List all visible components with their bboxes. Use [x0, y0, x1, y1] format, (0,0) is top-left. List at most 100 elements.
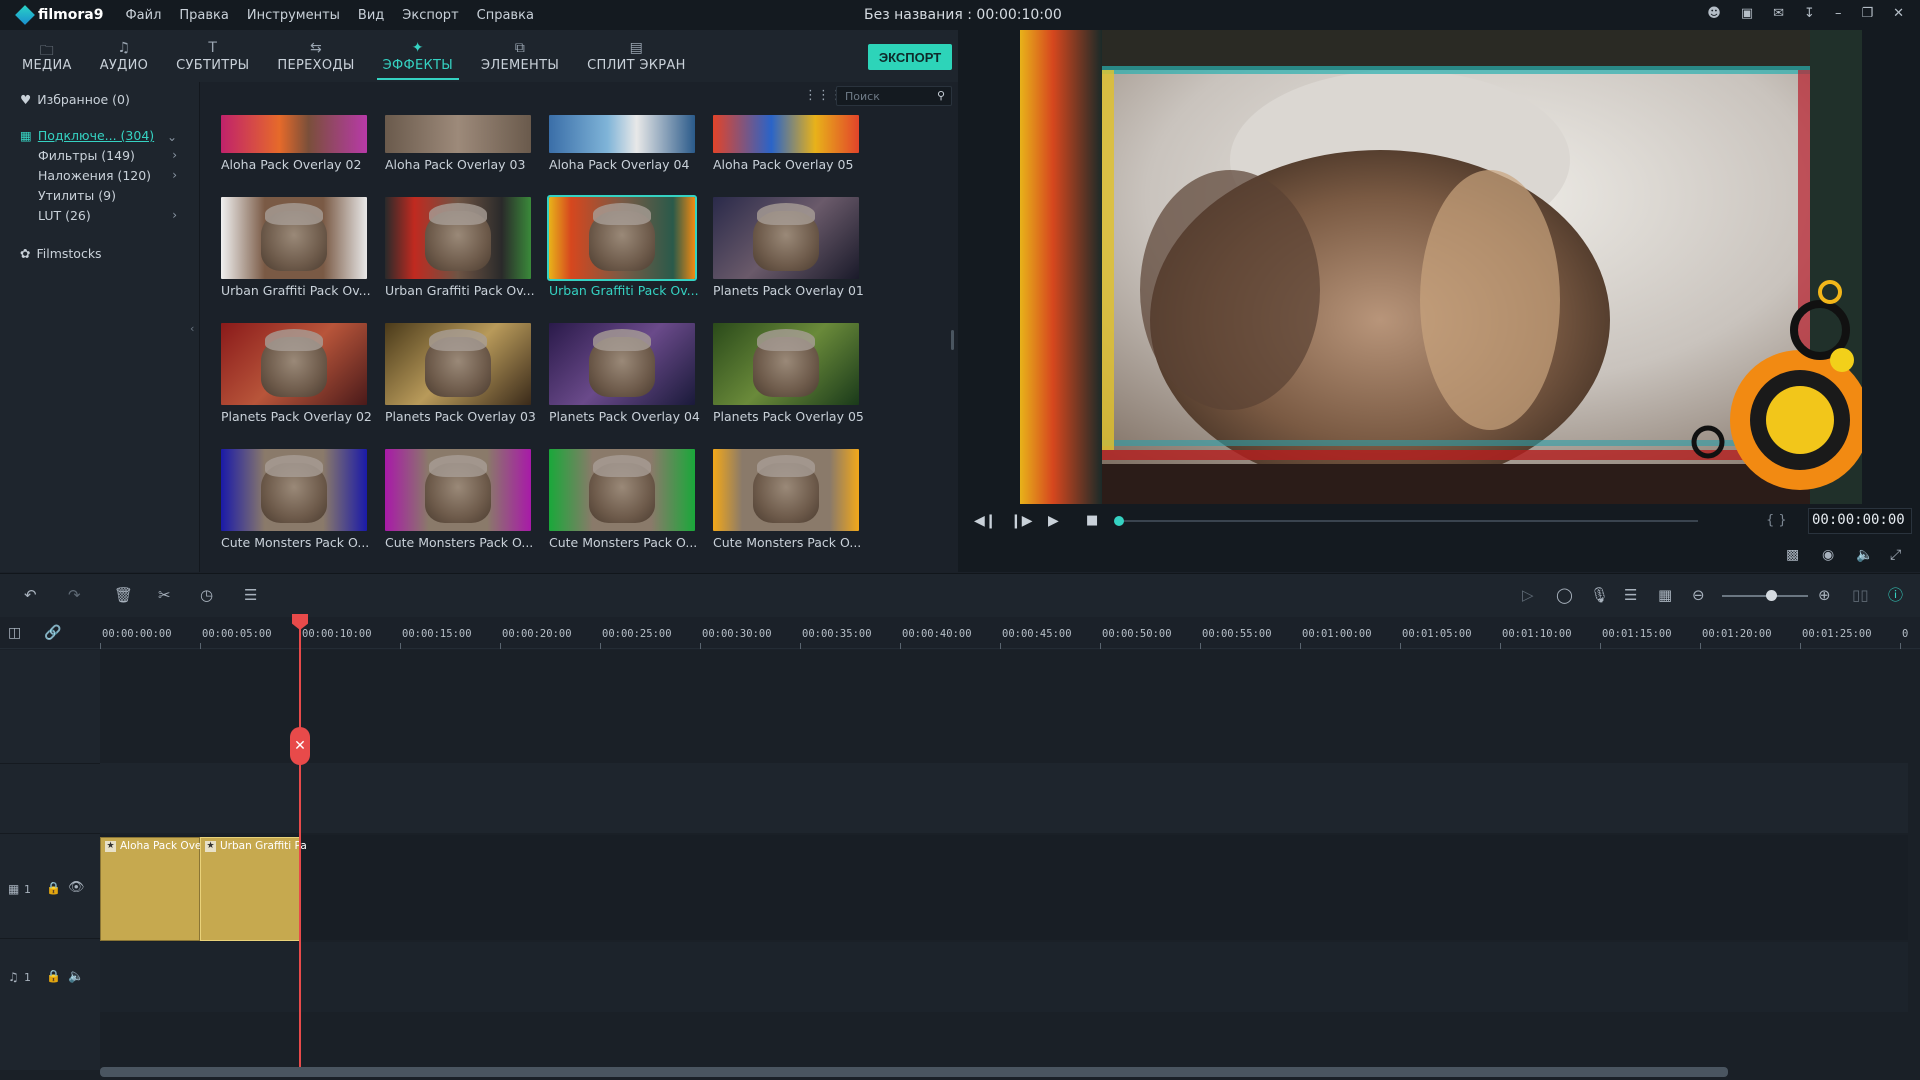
- effect-thumbnail[interactable]: [549, 323, 695, 405]
- tab-audio[interactable]: ♫ АУДИО: [86, 30, 162, 82]
- effect-thumbnail[interactable]: [385, 115, 531, 153]
- menu-view[interactable]: Вид: [358, 8, 384, 23]
- tab-elements[interactable]: ⧉ ЭЛЕМЕНТЫ: [467, 30, 573, 82]
- sidebar-item-filters[interactable]: Фильтры (149): [38, 148, 135, 163]
- effect-thumbnail[interactable]: [221, 449, 367, 531]
- audio-track[interactable]: [100, 942, 1908, 1012]
- lock-icon[interactable]: 🔒: [46, 969, 61, 983]
- tab-effects[interactable]: ✦ ЭФФЕКТЫ: [369, 30, 467, 82]
- preview-progress-handle[interactable]: [1114, 516, 1124, 526]
- tab-transitions[interactable]: ⇆ ПЕРЕХОДЫ: [263, 30, 368, 82]
- timeline-clip[interactable]: ★ Aloha Pack Ove: [100, 837, 201, 941]
- link-icon[interactable]: 🔗: [44, 625, 61, 641]
- zoom-slider[interactable]: [1722, 595, 1808, 597]
- help-icon[interactable]: ⓘ: [1888, 584, 1903, 605]
- play-icon[interactable]: ▶: [1048, 513, 1059, 529]
- tab-media[interactable]: 🗀 МЕДИА: [8, 30, 86, 82]
- clip-label: ★ Aloha Pack Ove: [105, 840, 201, 852]
- mark-in-out-icon[interactable]: { }: [1766, 513, 1787, 528]
- volume-icon[interactable]: 🔈: [1856, 547, 1873, 563]
- tab-titles[interactable]: T СУБТИТРЫ: [162, 30, 263, 82]
- menu-edit[interactable]: Правка: [179, 8, 228, 23]
- effect-thumbnail[interactable]: [547, 195, 697, 281]
- speed-icon[interactable]: ◷: [200, 586, 213, 604]
- undo-icon[interactable]: ↶: [24, 586, 37, 604]
- save-icon[interactable]: ▣: [1741, 6, 1753, 21]
- sidebar-item-filmstocks[interactable]: ✿ Filmstocks: [20, 246, 102, 261]
- previous-frame-icon[interactable]: ◀❙: [974, 513, 997, 529]
- effect-thumbnail[interactable]: [713, 323, 859, 405]
- export-button[interactable]: ЭКСПОРТ: [868, 44, 952, 70]
- account-icon[interactable]: ☻: [1707, 6, 1721, 21]
- play-frame-icon[interactable]: ❙▶: [1010, 513, 1033, 529]
- menu-export[interactable]: Экспорт: [402, 8, 458, 23]
- minimize-icon[interactable]: –: [1835, 6, 1842, 21]
- effect-thumbnail[interactable]: [713, 197, 859, 279]
- preview-progress-track[interactable]: [1118, 520, 1698, 522]
- effect-thumbnail[interactable]: [385, 197, 531, 279]
- cut-icon[interactable]: ✂: [158, 586, 171, 604]
- render-icon[interactable]: ▷: [1522, 586, 1534, 604]
- sidebar-item-lut[interactable]: LUT (26): [38, 208, 91, 223]
- playhead[interactable]: [299, 617, 301, 1070]
- menu-help[interactable]: Справка: [477, 8, 534, 23]
- fit-timeline-icon[interactable]: ▦: [1658, 586, 1672, 604]
- chevron-right-icon[interactable]: ›: [172, 168, 177, 182]
- layout-icon[interactable]: ▯▯: [1852, 586, 1869, 604]
- marker-icon[interactable]: ◯: [1556, 586, 1573, 604]
- tab-split-screen[interactable]: ▤ СПЛИТ ЭКРАН: [573, 30, 700, 82]
- eye-icon[interactable]: 👁: [68, 880, 85, 895]
- category-sidebar: ♥ Избранное (0) ▦ Подключе... (304) ⌄ Фи…: [0, 82, 200, 572]
- fullscreen-icon[interactable]: ⤢: [1890, 547, 1901, 563]
- adjust-icon[interactable]: ☰: [244, 586, 257, 604]
- video-track[interactable]: [100, 835, 1908, 940]
- audio-mixer-icon[interactable]: ☰: [1624, 586, 1637, 604]
- lock-icon[interactable]: 🔒: [46, 881, 61, 895]
- delete-icon[interactable]: 🗑: [114, 586, 133, 604]
- microphone-icon[interactable]: 🎙: [1590, 586, 1609, 604]
- search-icon[interactable]: ⚲: [937, 89, 945, 102]
- thumbnail-hat: [429, 203, 487, 225]
- split-scissor-button[interactable]: ✕: [290, 727, 310, 765]
- snapshot-icon[interactable]: ◉: [1822, 547, 1834, 563]
- effect-thumbnail[interactable]: [221, 115, 367, 153]
- add-track-icon[interactable]: ◫: [8, 625, 21, 641]
- mail-icon[interactable]: ✉: [1773, 6, 1784, 21]
- library-scrollbar[interactable]: [951, 330, 954, 350]
- sidebar-item-overlays[interactable]: Наложения (120): [38, 168, 151, 183]
- collapse-sidebar-icon[interactable]: ‹: [190, 322, 194, 335]
- display-settings-icon[interactable]: ▩: [1786, 547, 1799, 563]
- sidebar-item-favorites[interactable]: ♥ Избранное (0): [20, 92, 130, 107]
- menu-file[interactable]: Файл: [125, 8, 161, 23]
- stop-icon[interactable]: ■: [1086, 513, 1098, 528]
- zoom-in-icon[interactable]: ⊕: [1818, 586, 1831, 604]
- download-icon[interactable]: ↧: [1804, 6, 1815, 21]
- sidebar-item-label: Утилиты (9): [38, 188, 116, 203]
- effect-thumbnail[interactable]: [385, 449, 531, 531]
- sidebar-item-connected[interactable]: ▦ Подключе... (304): [20, 128, 154, 143]
- overlay-track[interactable]: [100, 763, 1908, 833]
- close-icon[interactable]: ✕: [1893, 6, 1904, 21]
- effect-thumbnail[interactable]: [221, 197, 367, 279]
- effect-thumbnail[interactable]: [549, 115, 695, 153]
- effect-thumbnail[interactable]: [713, 449, 859, 531]
- chevron-right-icon[interactable]: ›: [172, 148, 177, 162]
- ruler-tick-label: 0: [1902, 628, 1909, 640]
- search-input[interactable]: Поиск ⚲: [836, 86, 952, 106]
- timeline-scrollbar[interactable]: [100, 1067, 1728, 1077]
- redo-icon[interactable]: ↷: [68, 586, 81, 604]
- speaker-icon[interactable]: 🔈: [68, 969, 84, 984]
- sidebar-item-utilities[interactable]: Утилиты (9): [38, 188, 116, 203]
- zoom-out-icon[interactable]: ⊖: [1692, 586, 1705, 604]
- restore-icon[interactable]: ❐: [1861, 6, 1873, 21]
- effect-thumbnail[interactable]: [385, 323, 531, 405]
- effect-thumbnail[interactable]: [221, 323, 367, 405]
- zoom-slider-handle[interactable]: [1766, 590, 1777, 601]
- effect-thumbnail[interactable]: [713, 115, 859, 153]
- chevron-right-icon[interactable]: ›: [172, 208, 177, 222]
- effect-thumbnail[interactable]: [549, 449, 695, 531]
- menu-tools[interactable]: Инструменты: [247, 8, 340, 23]
- thumbnail-hat: [265, 203, 323, 225]
- chevron-down-icon[interactable]: ⌄: [167, 130, 177, 144]
- timeline-clip[interactable]: ★ Urban Graffiti Pa: [200, 837, 307, 941]
